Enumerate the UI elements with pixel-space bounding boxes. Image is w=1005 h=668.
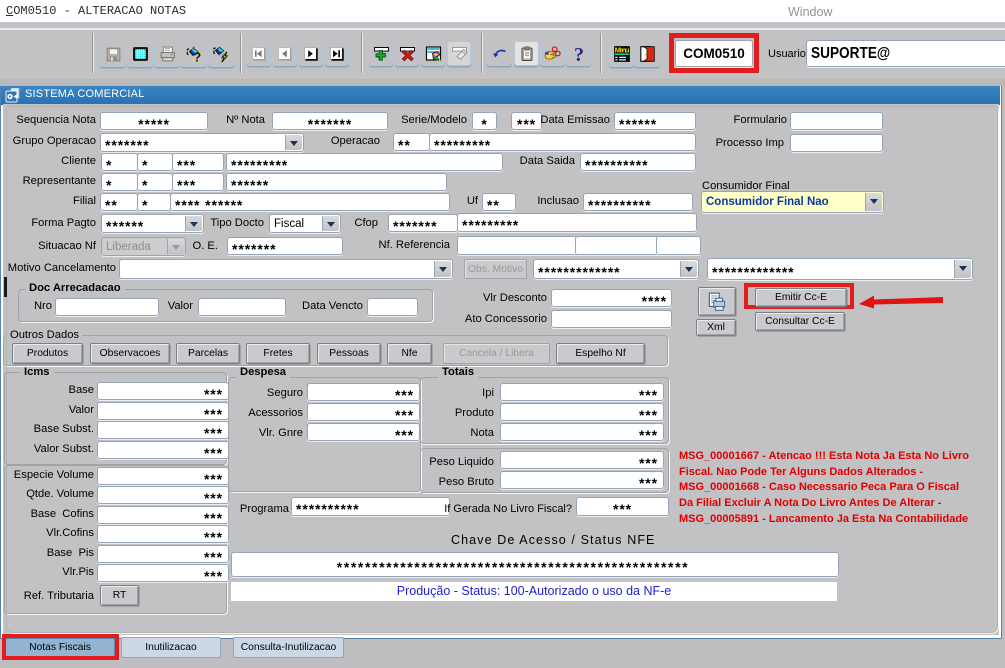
svg-text:?: ? [193,49,201,64]
svg-text:?: ? [574,44,584,64]
svg-text:Menu: Menu [614,45,629,54]
